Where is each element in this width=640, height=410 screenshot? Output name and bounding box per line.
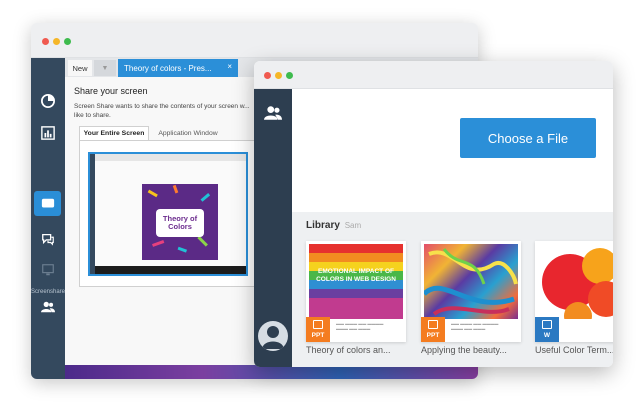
users-icon[interactable] xyxy=(37,296,59,318)
titlebar xyxy=(31,23,478,58)
word-badge-icon: W xyxy=(535,317,559,342)
card-title[interactable]: Applying the beauty... xyxy=(421,345,525,355)
dialog-title: Share your screen xyxy=(74,86,148,96)
dialog-description: Screen Share wants to share the contents… xyxy=(74,103,250,119)
card-meta: ▬▬ ▬▬▬ ▬▬ ▬▬▬▬ ▬▬▬ ▬▬ ▬▬▬ xyxy=(336,321,384,331)
library-header: Library Sam xyxy=(306,220,361,231)
upload-area: Choose a File xyxy=(292,89,613,212)
avatar-icon[interactable] xyxy=(258,321,288,351)
library-owner: Sam xyxy=(344,221,362,230)
ppt-badge-icon: PPT xyxy=(421,317,445,342)
library-card[interactable]: PPT ▬▬ ▬▬▬ ▬▬ ▬▬▬▬ ▬▬▬ ▬▬ ▬▬▬ xyxy=(421,241,521,342)
tab-application-window[interactable]: Application Window xyxy=(153,126,223,140)
screen-icon[interactable] xyxy=(37,193,59,215)
card-thumbnail-image: EMOTIONAL IMPACT OF COLORS IN WEB DESIGN xyxy=(309,244,403,319)
close-window-button[interactable] xyxy=(42,38,49,45)
logout-icon[interactable] xyxy=(261,363,285,367)
screen-thumbnail[interactable]: Theory of Colors xyxy=(88,152,248,276)
card-thumbnail-image xyxy=(424,244,518,319)
thumbnail-sidebar xyxy=(90,154,95,274)
pie-chart-icon[interactable] xyxy=(37,90,59,112)
thumbnail-toolbar xyxy=(95,154,246,161)
card-title[interactable]: Useful Color Term... xyxy=(535,345,613,355)
close-window-button[interactable] xyxy=(264,72,271,79)
thumbnail-taskbar xyxy=(95,266,246,274)
card-thumbnail-image xyxy=(538,244,613,319)
card-image-text: EMOTIONAL IMPACT OF COLORS IN WEB DESIGN xyxy=(316,268,396,283)
card-title[interactable]: Theory of colors an... xyxy=(306,345,410,355)
library-card[interactable]: EMOTIONAL IMPACT OF COLORS IN WEB DESIGN… xyxy=(306,241,406,342)
background-strip xyxy=(65,365,478,379)
thumbnail-slide-image: Theory of Colors xyxy=(142,184,218,260)
close-icon[interactable]: × xyxy=(227,62,232,71)
monitor-icon[interactable] xyxy=(37,259,59,281)
file-library-window: Choose a File Library Sam EMOTIONAL IMPA… xyxy=(254,61,613,367)
tab-entire-screen[interactable]: Your Entire Screen xyxy=(79,126,149,140)
card-meta: ▬▬ ▬▬▬ ▬▬ ▬▬▬▬ ▬▬▬ ▬▬ ▬▬▬ xyxy=(451,321,499,331)
tab-theory-of-colors[interactable]: Theory of colors - Pres... × xyxy=(118,59,238,77)
maximize-window-button[interactable] xyxy=(286,72,293,79)
chevron-down-icon[interactable]: ▼ xyxy=(94,60,116,76)
maximize-window-button[interactable] xyxy=(64,38,71,45)
ppt-badge-icon: PPT xyxy=(306,317,330,342)
tab-new[interactable]: New xyxy=(68,60,92,76)
chat-icon[interactable] xyxy=(37,228,59,250)
tab-label: Theory of colors - Pres... xyxy=(124,63,212,73)
library-panel: Library Sam EMOTIONAL IMPACT OF COLORS I… xyxy=(292,212,613,367)
library-title: Library xyxy=(306,220,340,231)
sidebar xyxy=(254,89,292,367)
choose-file-button[interactable]: Choose a File xyxy=(460,118,596,158)
titlebar xyxy=(254,61,613,89)
minimize-window-button[interactable] xyxy=(53,38,60,45)
screen-preview-panel: Theory of Colors xyxy=(79,140,255,287)
minimize-window-button[interactable] xyxy=(275,72,282,79)
users-icon[interactable] xyxy=(261,101,285,125)
screenshare-label: Screenshare xyxy=(31,289,66,295)
library-card[interactable]: W xyxy=(535,241,613,342)
thumbnail-card-text: Theory of Colors xyxy=(156,209,204,237)
sidebar: Screenshare xyxy=(31,58,65,379)
bar-chart-icon[interactable] xyxy=(37,122,59,144)
